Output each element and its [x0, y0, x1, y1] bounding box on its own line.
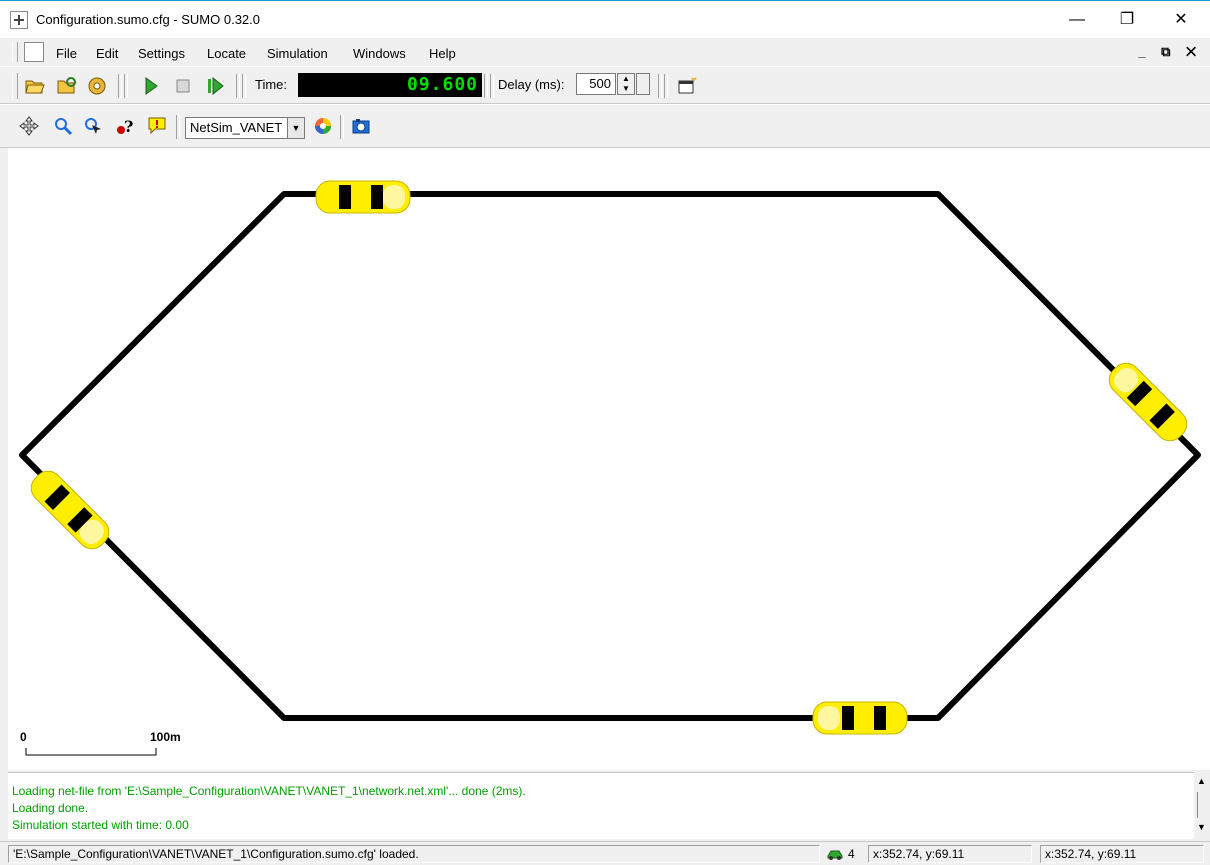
scroll-up-icon[interactable]: ▲: [1197, 776, 1206, 786]
reload-icon[interactable]: [56, 75, 78, 97]
separator: [484, 74, 488, 98]
restore-button[interactable]: ❐: [1104, 5, 1150, 35]
menu-simulation[interactable]: Simulation: [267, 46, 328, 61]
delay-slider[interactable]: [636, 73, 650, 95]
mdi-window-icon[interactable]: [24, 42, 44, 62]
mdi-controls[interactable]: _ ⧉ ✕: [1138, 44, 1202, 60]
view-scheme-value: NetSim_VANET: [190, 120, 283, 135]
road-loop: [19, 191, 1201, 721]
menu-locate[interactable]: Locate: [207, 46, 246, 61]
separator: [242, 74, 246, 98]
tooltip-icon[interactable]: [146, 115, 168, 137]
magnifier-icon[interactable]: [52, 115, 74, 137]
folder-open-icon[interactable]: [24, 75, 46, 97]
new-view-icon[interactable]: [676, 75, 698, 97]
color-wheel-icon[interactable]: [312, 115, 334, 137]
cursor-coords: x:352.74, y:69.11: [868, 845, 1032, 863]
separator: [176, 115, 180, 139]
delay-label: Delay (ms):: [498, 77, 565, 92]
window-title: Configuration.sumo.cfg - SUMO 0.32.0: [36, 12, 260, 27]
log-line: Loading net-file from 'E:\Sample_Configu…: [12, 784, 526, 798]
separator: [340, 115, 344, 139]
view-scheme-select[interactable]: NetSim_VANET ▼: [185, 117, 305, 139]
simulation-canvas[interactable]: 0 100m: [8, 148, 1210, 770]
scroll-thumb[interactable]: [1197, 792, 1208, 818]
vehicle: [315, 180, 411, 214]
close-sim-icon[interactable]: [86, 75, 108, 97]
separator: [124, 74, 128, 98]
recenter-icon[interactable]: [18, 115, 40, 137]
time-label: Time:: [255, 77, 288, 92]
log-line: Simulation started with time: 0.00: [12, 818, 189, 832]
delay-spinner[interactable]: ▲ ▼: [617, 73, 635, 95]
view-toolbar: ? NetSim_VANET ▼: [0, 104, 1210, 148]
menubar-grip[interactable]: [12, 42, 18, 62]
select-icon[interactable]: [82, 115, 104, 137]
separator: [118, 74, 122, 98]
vehicle: [812, 701, 908, 735]
query-icon[interactable]: ?: [114, 115, 136, 137]
title-bar: Configuration.sumo.cfg - SUMO 0.32.0 — ❐…: [0, 0, 1210, 38]
menu-file[interactable]: File: [56, 46, 77, 61]
log-scrollbar[interactable]: ▲ ▼: [1194, 772, 1210, 839]
vehicle: [30, 470, 110, 550]
status-bar: 'E:\Sample_Configuration\VANET\VANET_1\C…: [0, 841, 1210, 865]
sumo-app-icon: [10, 11, 28, 29]
step-icon[interactable]: [204, 75, 226, 97]
close-button[interactable]: ✕: [1158, 5, 1204, 35]
delay-input[interactable]: 500: [576, 73, 616, 95]
chevron-down-icon[interactable]: ▼: [287, 118, 304, 138]
separator: [490, 74, 494, 98]
menu-windows[interactable]: Windows: [353, 46, 406, 61]
car-icon: [826, 848, 844, 863]
menu-bar: File Edit Settings Locate Simulation Win…: [0, 38, 1210, 66]
menu-edit[interactable]: Edit: [96, 46, 118, 61]
status-message: 'E:\Sample_Configuration\VANET\VANET_1\C…: [8, 845, 820, 863]
camera-icon[interactable]: [350, 115, 372, 137]
main-toolbar: Time: 09.600 Delay (ms): 500 ▲ ▼: [0, 66, 1210, 104]
menu-help[interactable]: Help: [429, 46, 456, 61]
svg-text:?: ?: [124, 117, 133, 136]
minimize-button[interactable]: —: [1054, 5, 1100, 35]
toolbar-grip[interactable]: [12, 73, 18, 99]
scale-bar: [25, 748, 157, 756]
vehicle: [1108, 362, 1188, 442]
road-network: [19, 180, 1201, 756]
log-line: Loading done.: [12, 801, 89, 815]
separator: [658, 74, 662, 98]
message-log[interactable]: Loading net-file from 'E:\Sample_Configu…: [8, 772, 1194, 839]
geo-coords: x:352.74, y:69.11: [1040, 845, 1204, 863]
separator: [664, 74, 668, 98]
scroll-down-icon[interactable]: ▼: [1197, 822, 1206, 832]
menu-settings[interactable]: Settings: [138, 46, 185, 61]
vehicle-count: 4: [848, 847, 855, 861]
separator: [236, 74, 240, 98]
scale-start-label: 0: [20, 730, 27, 744]
stop-icon[interactable]: [172, 75, 194, 97]
time-display: 09.600: [298, 73, 482, 97]
play-icon[interactable]: [140, 75, 162, 97]
scale-end-label: 100m: [150, 730, 181, 744]
